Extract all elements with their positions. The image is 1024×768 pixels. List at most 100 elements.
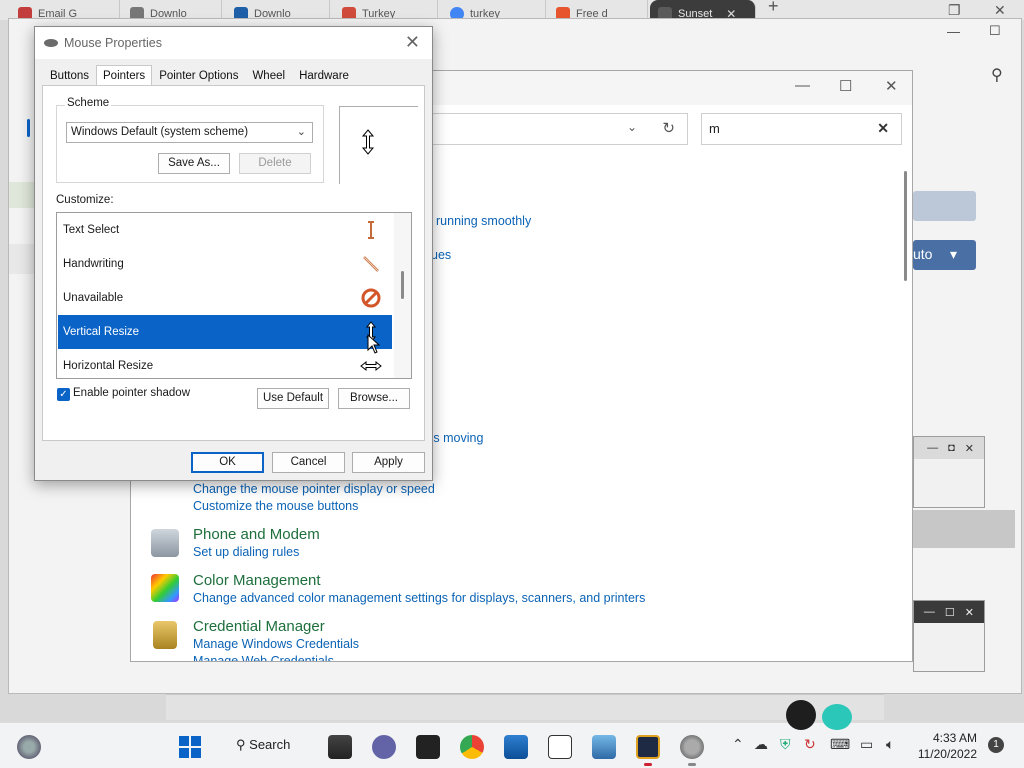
pointer-list[interactable]: Text Select Handwriting Unavailable Vert… [56,212,412,379]
task-view-icon[interactable] [328,735,352,759]
list-item[interactable]: Text Select [58,213,392,247]
tab-hardware[interactable]: Hardware [292,65,356,86]
volume-icon[interactable]: 🔈︎ [886,736,894,753]
list-item[interactable]: Horizontal Resize [58,349,392,378]
security-icon[interactable]: ⛨ [780,736,791,753]
taskbar-clock[interactable]: 4:33 AM 11/20/2022 [917,730,977,762]
windows-credentials-link[interactable]: Manage Windows Credentials [193,637,359,651]
maximize-icon[interactable]: ☐ [839,77,852,95]
pointer-preview [339,106,418,184]
text-select-cursor-icon [368,221,374,239]
nav-indicator [27,119,30,137]
refresh-icon[interactable]: ↻ [662,119,675,137]
minimize-icon[interactable]: — [927,442,938,454]
web-credentials-link[interactable]: Manage Web Credentials [193,654,334,661]
mini-window[interactable]: — ◘ ✕ [913,436,985,508]
browser-tab[interactable]: Email G [10,0,120,20]
partial-link[interactable]: 's moving [431,431,483,445]
floating-bubble[interactable] [822,704,852,730]
clear-search-icon[interactable]: ✕ [877,120,889,137]
browser-tab[interactable]: turkey [442,0,546,20]
tab-pointer-options[interactable]: Pointer Options [152,65,245,86]
list-item-selected[interactable]: Vertical Resize [58,315,392,349]
app-icon[interactable] [592,735,616,759]
ok-button[interactable]: OK [191,452,264,473]
list-item-label: Text Select [63,224,120,236]
mini-window-titlebar: — ◘ ✕ [914,437,984,459]
list-item[interactable]: Handwriting [58,247,392,281]
tab-buttons[interactable]: Buttons [43,65,96,86]
minimize-icon[interactable]: — [947,24,960,39]
unavailable-cursor-icon [361,288,381,308]
browser-tab[interactable]: Free d [548,0,648,20]
maximize-icon[interactable]: ◘ [948,442,955,454]
mouse-properties-taskbar-icon[interactable] [680,735,704,759]
new-tab-icon[interactable]: + [768,0,779,17]
color-management-heading[interactable]: Color Management [193,572,321,589]
mouse-pointer-display-link[interactable]: Change the mouse pointer display or spee… [193,482,435,496]
list-item-label: Unavailable [63,292,124,304]
close-icon[interactable]: ✕ [965,442,974,455]
browser-tab[interactable]: Downlo [226,0,330,20]
restore-icon[interactable]: ❐ [948,2,961,19]
apply-button[interactable]: Apply [352,452,425,473]
minimize-icon[interactable]: — [924,606,935,618]
chrome-icon[interactable] [460,735,484,759]
scrollbar[interactable] [904,171,907,281]
chat-icon[interactable] [372,735,396,759]
delete-button[interactable]: Delete [239,153,311,174]
background-button[interactable] [913,191,976,221]
app-icon[interactable] [636,735,660,759]
list-scrollbar[interactable] [394,213,411,378]
sync-icon[interactable]: ↻ [804,736,816,753]
partial-link[interactable]: running smoothly [436,214,531,228]
close-icon[interactable]: ✕ [405,32,420,53]
credential-manager-heading[interactable]: Credential Manager [193,618,325,635]
browser-tab-active[interactable]: Sunset ✕ [650,0,756,20]
cancel-button[interactable]: Cancel [272,452,345,473]
widgets-icon[interactable] [17,735,41,759]
scheme-select[interactable]: Windows Default (system scheme) ⌄ [66,122,313,143]
close-icon[interactable]: ✕ [994,2,1006,19]
cloud-icon[interactable]: ☁ [754,736,768,753]
start-icon[interactable] [178,735,202,759]
close-icon[interactable]: ✕ [885,77,898,95]
minimize-icon[interactable]: — [795,77,810,94]
running-indicator [688,763,696,766]
tab-wheel[interactable]: Wheel [245,65,292,86]
clock-time: 4:33 AM [932,731,977,745]
taskbar-search[interactable]: ⚲ Search [236,737,290,753]
chevron-down-icon[interactable]: ⌄ [627,120,637,134]
partial-link[interactable]: ues [431,248,451,262]
photos-icon[interactable] [504,735,528,759]
tab-pointers[interactable]: Pointers [96,65,153,86]
color-settings-link[interactable]: Change advanced color management setting… [193,591,645,605]
notification-badge[interactable]: 1 [988,737,1004,753]
taskbar: ⚲ Search ⌃ ☁ ⛨ ↻ ⌨ ▭ 🔈︎ 4:33 AM 11/20/20… [0,722,1024,768]
background-dropdown-button[interactable]: uto ▾ [913,240,976,270]
chevron-up-icon[interactable]: ⌃ [732,736,744,753]
browser-tab[interactable]: Turkey [334,0,438,20]
keyboard-icon[interactable]: ⌨ [830,736,850,753]
search-input[interactable]: m ✕ [701,113,902,145]
save-as-button[interactable]: Save As... [158,153,230,174]
pointer-shadow-checkbox[interactable]: ✓ [57,388,70,401]
list-item[interactable]: Unavailable [58,281,392,315]
floating-bubble[interactable] [786,700,816,730]
list-scrollbar-thumb[interactable] [401,271,404,299]
7zip-icon[interactable] [548,735,572,759]
browse-button[interactable]: Browse... [338,388,410,409]
maximize-icon[interactable]: ☐ [945,606,955,619]
browser-tab[interactable]: Downlo [122,0,222,20]
app-icon[interactable] [416,735,440,759]
maximize-icon[interactable]: ☐ [989,23,1001,39]
dialing-rules-link[interactable]: Set up dialing rules [193,545,299,559]
running-indicator [644,763,652,766]
close-icon[interactable]: ✕ [965,606,974,619]
mini-window[interactable]: — ☐ ✕ [913,600,985,672]
mouse-buttons-link[interactable]: Customize the mouse buttons [193,499,358,513]
use-default-button[interactable]: Use Default [257,388,329,409]
phone-modem-heading[interactable]: Phone and Modem [193,526,320,543]
search-icon[interactable]: ⚲ [991,65,1003,85]
network-icon[interactable]: ▭ [860,736,873,753]
